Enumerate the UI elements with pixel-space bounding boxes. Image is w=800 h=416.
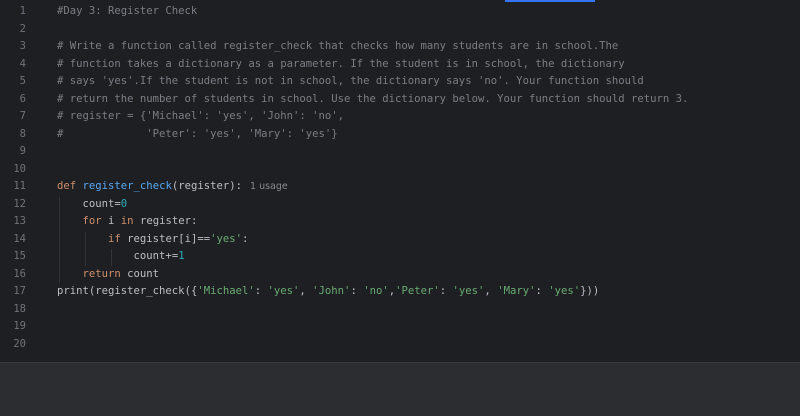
code-text: , (484, 285, 498, 297)
function-name[interactable]: register_check (83, 180, 172, 192)
code-line-8: # 'Peter': 'yes', 'Mary': 'yes'} (57, 127, 338, 140)
line-number: 7 (19, 110, 26, 122)
line-number: 14 (13, 232, 26, 245)
line-number: 10 (13, 162, 26, 175)
line-number: 8 (19, 127, 26, 140)
line-number: 3 (19, 40, 26, 52)
code-line-17: print(register_check({'Michael': 'yes', … (57, 283, 599, 301)
code-text: register[i]== (120, 232, 211, 245)
line-number: 16 (13, 267, 26, 280)
line-number: 15 (13, 250, 26, 262)
code-line-16: return count (57, 266, 160, 284)
line-number-gutter: 1 2 3 4 5 6 7 8 9 10 11 12 13 14 15 16 1… (0, 0, 40, 362)
code-line-3: # Write a function called register_check… (57, 40, 619, 52)
string-literal: 'Peter' (395, 285, 440, 297)
print-call: print (57, 285, 89, 297)
in-keyword: in (120, 215, 134, 227)
code-text: : (350, 285, 364, 297)
code-line-13: for i in register: (57, 213, 198, 231)
code-line-5: # says 'yes'.If the student is not in sc… (57, 75, 644, 87)
line-number: 17 (13, 285, 26, 297)
line-number: 13 (13, 215, 26, 227)
code-text: register: (133, 215, 198, 227)
string-literal: 'yes' (548, 285, 581, 297)
def-keyword: def (57, 180, 77, 192)
code-line-4: # function takes a dictionary as a param… (57, 57, 625, 70)
string-literal: 'yes' (267, 285, 300, 297)
string-literal: 'no' (363, 285, 389, 297)
string-literal: 'Mary' (497, 285, 536, 297)
code-editor[interactable]: 1 2 3 4 5 6 7 8 9 10 11 12 13 14 15 16 1… (0, 0, 800, 362)
code-line-1: #Day 3: Register Check (57, 5, 198, 17)
active-tab-indicator (505, 0, 595, 2)
line-number: 19 (13, 320, 26, 332)
return-keyword: return (82, 267, 121, 280)
bottom-tool-panel[interactable] (0, 362, 800, 416)
code-text: count (120, 267, 160, 280)
function-params: (register): (171, 180, 242, 192)
code-text: : (439, 285, 453, 297)
line-number: 20 (13, 337, 26, 350)
code-line-6: # return the number of students in schoo… (57, 92, 689, 105)
line-number: 6 (19, 92, 26, 105)
line-number: 1 (19, 5, 26, 17)
line-number: 11 (13, 180, 26, 192)
line-number: 4 (19, 57, 26, 70)
code-text: : (241, 232, 249, 245)
usage-hint[interactable]: 1 usage (250, 181, 288, 192)
string-literal: 'yes' (210, 232, 242, 245)
code-line-12: count=0 (57, 196, 128, 214)
code-line-14: if register[i]=='yes': (57, 231, 248, 249)
number-literal: 1 (178, 250, 185, 262)
code-text: : (254, 285, 268, 297)
code-line-7: # register = {'Michael': 'yes', 'John': … (57, 110, 345, 122)
code-text: , (299, 285, 313, 297)
string-literal: 'yes' (452, 285, 485, 297)
line-number: 5 (19, 75, 26, 87)
code-line-15: count+=1 (57, 248, 185, 266)
if-keyword: if (108, 232, 121, 245)
number-literal: 0 (120, 197, 128, 210)
line-number: 9 (19, 145, 26, 157)
code-text: })) (580, 285, 600, 297)
string-literal: 'Michael' (197, 285, 255, 297)
line-number: 18 (13, 302, 26, 315)
code-text: i (101, 215, 121, 227)
code-text: : (535, 285, 549, 297)
code-line-11: def register_check(register): 1 usage (57, 178, 288, 196)
code-text: (register_check({ (88, 285, 198, 297)
for-keyword: for (82, 215, 102, 227)
code-text: count+= (133, 250, 179, 262)
line-number: 12 (13, 197, 26, 210)
code-text: count= (57, 197, 121, 210)
line-number: 2 (19, 22, 26, 35)
string-literal: 'John' (312, 285, 351, 297)
